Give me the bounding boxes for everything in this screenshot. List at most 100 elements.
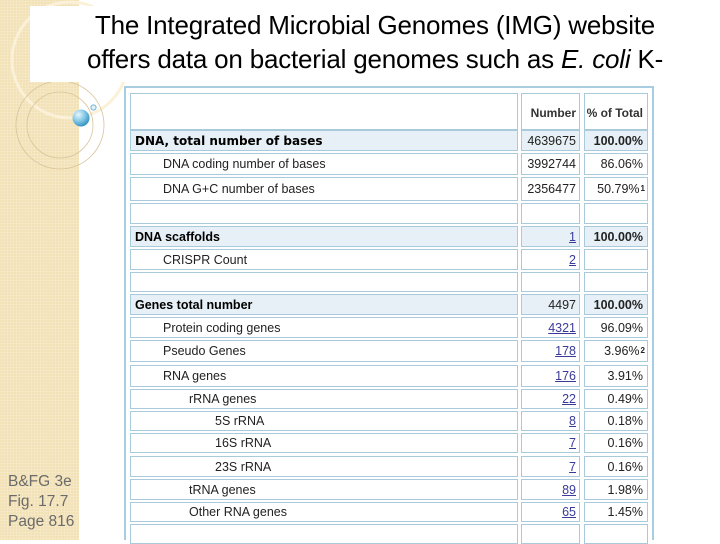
row-label: rRNA genes — [130, 389, 518, 409]
row-number-cell: 3992744 — [521, 153, 580, 175]
table-row: CRISPR Count 2 — [130, 249, 648, 270]
row-percent-cell: 0.18% — [584, 411, 648, 431]
row-number-link[interactable]: 4321 — [548, 321, 576, 335]
row-percent-cell: 96.09% — [584, 317, 648, 338]
row-percent: 1.45% — [607, 505, 643, 519]
table-spacer-row — [130, 203, 648, 224]
table-row: 5S rRNA 8 0.18% — [130, 411, 648, 431]
row-number — [521, 524, 580, 544]
row-percent-cell: 0.16% — [584, 456, 648, 477]
row-number-cell: 4497 — [521, 294, 580, 315]
row-percent: 0.18% — [607, 414, 643, 428]
organism-name: E. coli — [561, 44, 631, 74]
row-number-link[interactable]: 7 — [569, 460, 576, 474]
row-label: 5S rRNA — [130, 411, 518, 431]
row-percent-cell: 0.16% — [584, 433, 648, 453]
table-spacer-row — [130, 272, 648, 292]
table-row: rRNA genes 22 0.49% — [130, 389, 648, 409]
row-label: Other RNA genes — [130, 502, 518, 522]
row-percent: 50.79% — [597, 182, 640, 196]
row-number-link[interactable]: 7 — [569, 436, 576, 450]
row-percent-cell: 100.00% — [584, 130, 648, 151]
row-number-link[interactable]: 8 — [569, 414, 576, 428]
row-percent-cell — [584, 272, 648, 292]
row-label: Protein coding genes — [130, 317, 518, 338]
row-label: 23S rRNA — [130, 456, 518, 477]
row-label: 16S rRNA — [130, 433, 518, 453]
row-percent-cell: 100.00% — [584, 294, 648, 315]
row-label — [130, 524, 518, 544]
row-number-link[interactable]: 22 — [562, 392, 576, 406]
caption-book: B&FG 3e — [8, 473, 72, 490]
table-row: Other RNA genes 65 1.45% — [130, 502, 648, 522]
header-label-cell — [130, 93, 518, 130]
caption-figure: Fig. 17.7 — [8, 493, 69, 510]
table-row: Protein coding genes 4321 96.09% — [130, 317, 648, 338]
row-number-cell — [521, 203, 580, 224]
slide-title: The Integrated Microbial Genomes (IMG) w… — [30, 8, 720, 76]
small-bubble-icon — [90, 104, 97, 111]
row-number-link[interactable]: 2 — [569, 253, 576, 267]
table-row: Genes total number 4497 100.00% — [130, 294, 648, 315]
row-percent-cell: 50.79% 1 — [584, 177, 648, 201]
row-percent-cell: 100.00% — [584, 226, 648, 247]
row-percent-cell: 0.49% — [584, 389, 648, 409]
row-number-cell: 8 — [521, 411, 580, 431]
row-number-cell: 89 — [521, 479, 580, 500]
header-percent[interactable]: % of Total — [584, 93, 648, 130]
row-percent-cell: 1.45% — [584, 502, 648, 522]
row-label — [130, 203, 518, 224]
row-label: DNA, total number of bases — [130, 130, 518, 151]
table-row: Pseudo Genes 178 3.96% 2 — [130, 340, 648, 362]
row-number: 4639675 — [527, 133, 576, 148]
row-percent: 86.06% — [600, 157, 643, 171]
row-number-cell: 176 — [521, 365, 580, 387]
table-row: DNA, total number of bases 4639675 100.00% — [130, 130, 648, 151]
table-row: DNA coding number of bases 3992744 86.06% — [130, 153, 648, 175]
row-label: Genes total number — [130, 294, 518, 315]
row-label: DNA scaffolds — [130, 226, 518, 247]
row-number-link[interactable]: 176 — [555, 369, 576, 383]
row-number-link[interactable]: 89 — [562, 483, 576, 497]
row-number-cell — [521, 272, 580, 292]
row-number-cell: 7 — [521, 456, 580, 477]
row-percent: 100.00% — [593, 229, 643, 244]
row-number-cell: 178 — [521, 340, 580, 362]
row-percent: 3.91% — [607, 369, 643, 383]
row-number-cell: 4321 — [521, 317, 580, 338]
row-percent: 3.96% — [604, 344, 640, 358]
table-row: 16S rRNA 7 0.16% — [130, 433, 648, 453]
row-percent: 0.49% — [607, 392, 643, 406]
row-number-link[interactable]: 1 — [569, 230, 576, 244]
figure-caption: B&FG 3e Fig. 17.7 Page 816 — [8, 472, 74, 532]
title-line-1: The Integrated Microbial Genomes (IMG) w… — [94, 10, 656, 40]
table-row: 23S rRNA 7 0.16% — [130, 456, 648, 477]
table-row-partial — [130, 524, 648, 544]
row-number-link[interactable]: 178 — [555, 344, 576, 358]
row-number-link[interactable]: 65 — [562, 505, 576, 519]
table-row: tRNA genes 89 1.98% — [130, 479, 648, 500]
row-label: Pseudo Genes — [130, 340, 518, 362]
row-percent: 0.16% — [607, 436, 643, 450]
row-number-cell: 2 — [521, 249, 580, 270]
table-row: DNA scaffolds 1 100.00% — [130, 226, 648, 247]
row-percent-cell: 86.06% — [584, 153, 648, 175]
row-number-cell: 4639675 — [521, 130, 580, 151]
row-percent — [584, 524, 648, 544]
row-percent-cell: 3.91% — [584, 365, 648, 387]
row-label: tRNA genes — [130, 479, 518, 500]
row-number-cell: 65 — [521, 502, 580, 522]
table-row: DNA G+C number of bases 2356477 50.79% 1 — [130, 177, 648, 201]
row-number: 3992744 — [527, 157, 576, 171]
row-percent: 96.09% — [600, 320, 643, 335]
decorative-ring-outer — [15, 80, 105, 170]
row-number-cell: 22 — [521, 389, 580, 409]
row-number-cell: 1 — [521, 226, 580, 247]
table-header-row: Number % of Total — [130, 93, 648, 130]
row-number: 4497 — [548, 297, 576, 312]
row-number-cell: 2356477 — [521, 177, 580, 201]
title-line-2: offers data on bacterial genomes such as… — [86, 44, 664, 74]
header-number[interactable]: Number — [521, 93, 580, 130]
row-number: 2356477 — [527, 182, 576, 196]
row-percent-cell: 1.98% — [584, 479, 648, 500]
